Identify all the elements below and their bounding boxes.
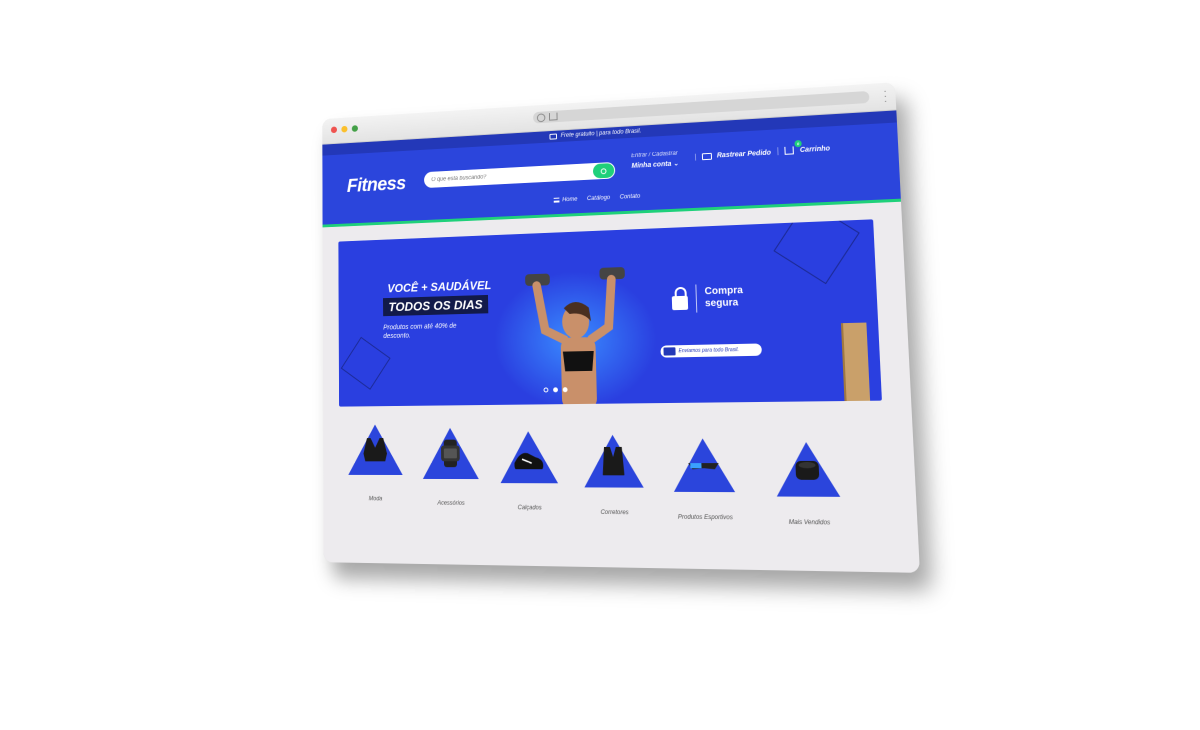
sneaker-icon [514, 452, 544, 470]
my-account-label[interactable]: Minha conta [631, 161, 671, 170]
shipping-pill: Enviamos para todo Brasil. [660, 343, 762, 358]
carousel-dot[interactable] [553, 387, 558, 393]
nav-item-home[interactable]: Home [553, 197, 578, 204]
decorative-shape [773, 219, 860, 285]
chevron-down-icon: ⌄ [673, 160, 680, 168]
category-label: Produtos Esportivos [677, 514, 733, 522]
site-logo[interactable]: Fitness [347, 173, 406, 197]
category-label: Corretores [600, 509, 629, 517]
divider [695, 284, 698, 313]
main-nav: Home Catálogo Contato [323, 181, 901, 214]
window-controls [330, 125, 358, 134]
search-icon [600, 167, 607, 174]
carousel-dot[interactable] [562, 387, 568, 393]
decorative-shape [340, 336, 391, 390]
secure-label-line1: Compra [704, 285, 744, 298]
package-box-image [840, 322, 871, 402]
search-button[interactable] [592, 162, 615, 179]
truck-icon [701, 152, 713, 161]
category-list: Moda Acessórios Calçados Corretores Prod… [323, 420, 919, 559]
category-corretores[interactable]: Corretores [573, 434, 654, 517]
secure-purchase-badge: Compra segura [671, 283, 743, 313]
search-input[interactable] [431, 163, 590, 188]
nav-item-contato[interactable]: Contato [620, 194, 641, 201]
shipping-pill-text: Enviamos para todo Brasil. [678, 346, 740, 355]
cart-icon: 0 [784, 139, 802, 155]
earbuds-case-icon [795, 460, 820, 480]
category-produtos-esportivos[interactable]: Produtos Esportivos [662, 438, 746, 521]
category-label: Calçados [517, 505, 542, 512]
account-menu[interactable]: Entrar / Cadastrar Minha conta ⌄ [631, 151, 679, 170]
category-moda[interactable]: Moda [339, 424, 412, 502]
search-bar [424, 161, 616, 189]
carousel-dot[interactable] [543, 387, 549, 393]
cart-link[interactable]: 0 Carrinho [777, 139, 831, 156]
category-mais-vendidos[interactable]: Mais Vendidos [764, 441, 852, 527]
banner-headline: VOCÊ + SAUDÁVEL [387, 278, 492, 296]
cart-label: Carrinho [799, 144, 831, 154]
posture-corrector-icon [602, 446, 625, 476]
minimize-window-button[interactable] [341, 125, 348, 133]
category-label: Acessórios [437, 500, 465, 507]
sunglasses-icon [688, 463, 719, 470]
browser-menu-icon[interactable]: · · · [883, 86, 888, 107]
nav-item-catalogo[interactable]: Catálogo [587, 195, 610, 202]
banner-headline-highlight: TODOS OS DIAS [383, 294, 489, 317]
athlete-image [515, 259, 644, 407]
webpage: Frete gratuito | para todo Brasil. Fitne… [322, 110, 920, 573]
secure-label-line2: segura [704, 297, 739, 310]
menu-icon [553, 197, 560, 203]
banner-subtitle: Produtos com até 40% de desconto. [383, 322, 457, 340]
track-order-link[interactable]: Rastrear Pedido [694, 149, 772, 161]
smartwatch-icon [440, 439, 460, 468]
carousel-dots [543, 387, 568, 393]
close-window-button[interactable] [330, 126, 338, 134]
stage: · · · Frete gratuito | para todo Brasil. F… [0, 0, 1200, 730]
browser-window: · · · Frete gratuito | para todo Brasil. F… [322, 82, 920, 573]
truck-icon [663, 347, 676, 356]
category-label: Mais Vendidos [788, 519, 831, 527]
lock-icon [671, 295, 689, 311]
category-acessorios[interactable]: Acessórios [413, 427, 488, 507]
category-calcados[interactable]: Calçados [490, 431, 568, 512]
sports-bra-icon [363, 438, 388, 462]
track-order-label: Rastrear Pedido [716, 149, 772, 160]
hero-banner[interactable]: VOCÊ + SAUDÁVEL TODOS OS DIAS Produtos c… [338, 219, 882, 407]
home-icon[interactable] [548, 112, 558, 121]
login-register-link[interactable]: Entrar / Cadastrar [631, 151, 679, 159]
shipping-icon [549, 133, 557, 140]
category-label: Moda [368, 496, 383, 503]
search-icon [536, 112, 546, 122]
maximize-window-button[interactable] [351, 125, 358, 132]
